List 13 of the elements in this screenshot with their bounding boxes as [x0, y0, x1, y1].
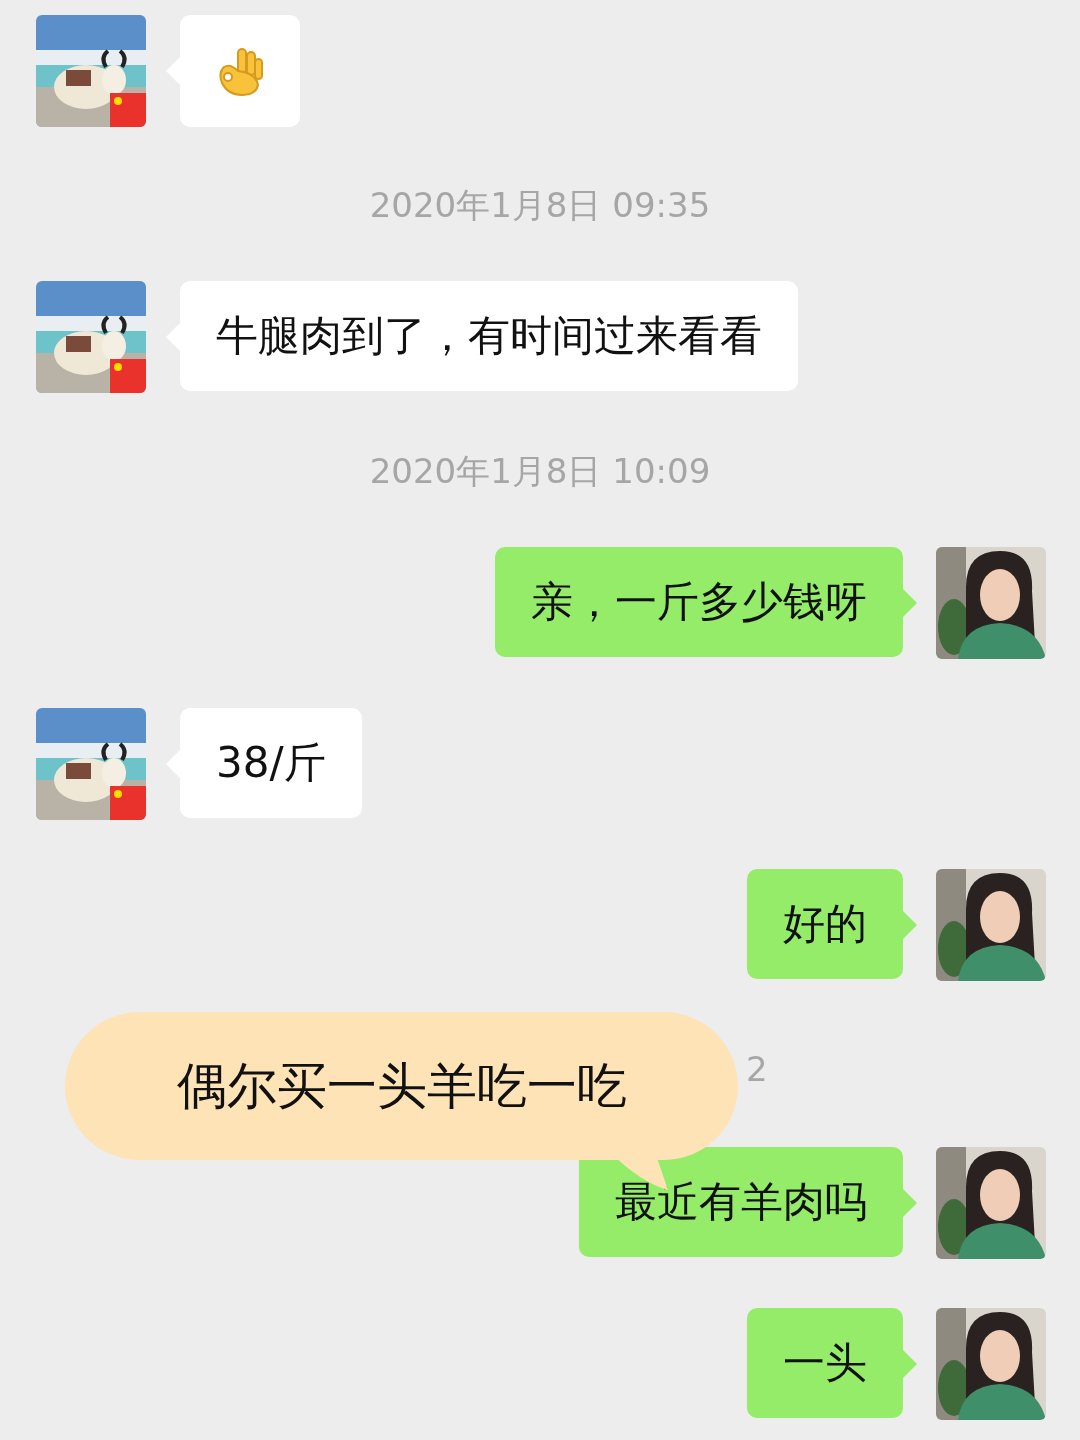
- message-bubble: 亲，一斤多少钱呀: [495, 546, 903, 657]
- bubble-tail: [903, 588, 917, 617]
- message-bubble: 38/斤: [180, 707, 362, 818]
- message-bubble: 好的: [747, 868, 903, 979]
- caption-text: 偶尔买一头羊吃一吃: [176, 1055, 627, 1117]
- bubble-tail: [903, 910, 917, 939]
- bubble-tail: [903, 1189, 917, 1218]
- timestamp: 2020年1月8日 10:09: [368, 450, 712, 492]
- bubble-tail: [903, 1350, 917, 1379]
- message-bubble: 牛腿肉到了，有时间过来看看: [180, 280, 798, 391]
- timestamp: 2020年1月8日 09:35: [368, 185, 712, 226]
- message-bubble: 一头: [747, 1308, 903, 1419]
- timestamp: 2: [746, 1048, 768, 1090]
